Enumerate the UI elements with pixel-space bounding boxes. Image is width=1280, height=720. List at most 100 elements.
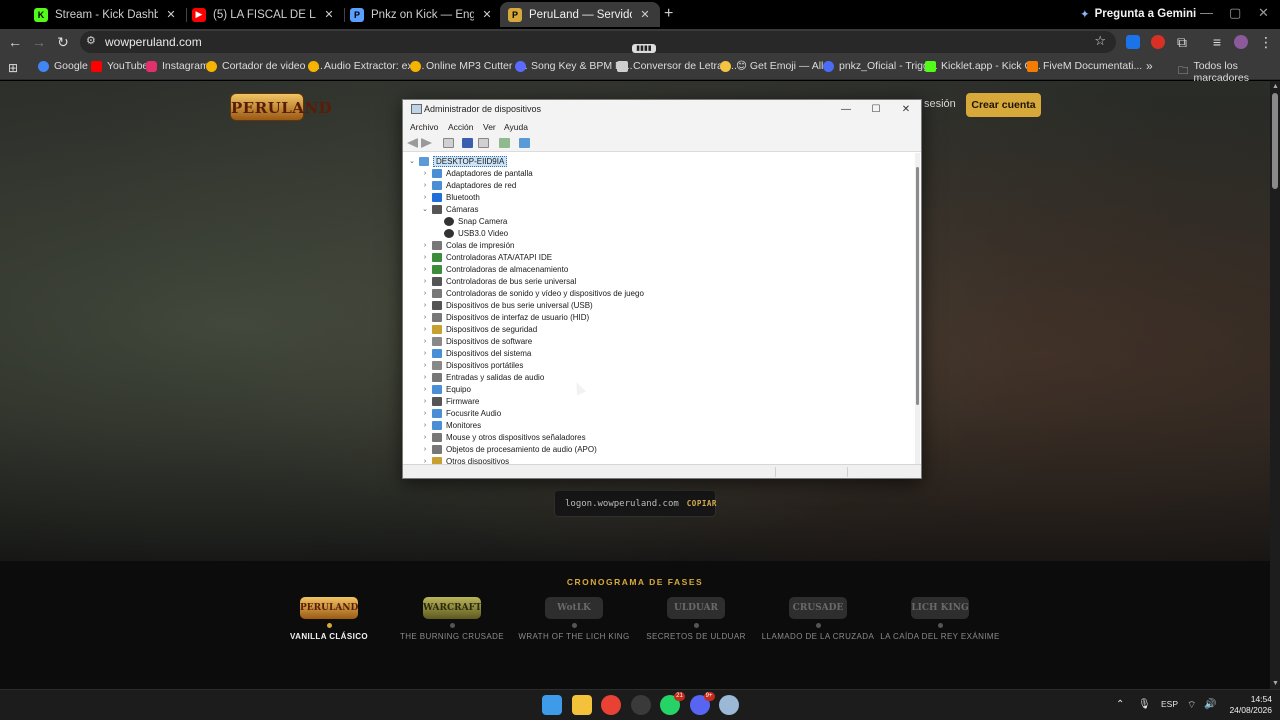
tree-node-bluetooth[interactable]: › Bluetooth	[420, 191, 480, 203]
bookmark-pnkz[interactable]: pnkz_Oficial - Trigg...	[823, 60, 938, 72]
tab-kick-dashboard[interactable]: K Stream - Kick Dashboard ✕	[26, 2, 186, 27]
expand-chevron-icon[interactable]: ›	[420, 446, 430, 453]
tray-chevron-icon[interactable]: ⌃	[1116, 699, 1124, 710]
peruland-logo[interactable]: PERULAND	[230, 93, 332, 121]
bookmark-star-icon[interactable]: ☆	[1094, 33, 1106, 49]
menu-archivo[interactable]: Archivo	[410, 122, 438, 132]
tree-node-dispositivos-de-seguridad[interactable]: › Dispositivos de seguridad	[420, 323, 537, 335]
show-hide-console-icon[interactable]	[443, 138, 454, 148]
expand-chevron-icon[interactable]: ›	[420, 362, 430, 369]
tab-peruland[interactable]: P PeruLand — Servidor privado d ✕	[500, 2, 660, 27]
phase-crusade[interactable]: CRUSADE LLAMADO DE LA CRUZADA	[756, 597, 880, 641]
dm-scrollbar[interactable]	[915, 153, 920, 464]
bookmark-instagram[interactable]: Instagram	[146, 60, 209, 72]
expand-chevron-icon[interactable]: ›	[420, 434, 430, 441]
tree-node-controladoras-ata-atapi-ide[interactable]: › Controladoras ATA/ATAPI IDE	[420, 251, 552, 263]
page-scrollbar[interactable]: ▲ ▼	[1270, 81, 1280, 689]
file-explorer-icon[interactable]	[571, 695, 592, 715]
chrome-icon[interactable]	[601, 695, 621, 715]
tree-node-objetos-de-procesamiento-de-audio-apo[interactable]: › Objetos de procesamiento de audio (APO)	[420, 443, 597, 455]
scan-hardware-icon[interactable]	[499, 138, 510, 148]
expand-chevron-icon[interactable]: ›	[420, 350, 430, 357]
bookmark-youtube[interactable]: YouTube	[91, 60, 148, 72]
tree-node-dispositivos-de-software[interactable]: › Dispositivos de software	[420, 335, 532, 347]
bookmark-video-cutter[interactable]: Cortador de video o...	[206, 60, 323, 72]
more-bookmarks-icon[interactable]: »	[1146, 59, 1153, 73]
wifi-icon[interactable]: ⌔	[1187, 699, 1196, 712]
tree-node-dispositivos-de-bus-serie-universal-usb[interactable]: › Dispositivos de bus serie universal (US…	[420, 299, 593, 311]
tree-node-dispositivos-port-tiles[interactable]: › Dispositivos portátiles	[420, 359, 523, 371]
extension-icon[interactable]	[1151, 35, 1165, 49]
extensions-puzzle-icon[interactable]: ⧉	[1172, 33, 1192, 51]
bookmark-audio-extractor[interactable]: Audio Extractor: ext...	[308, 60, 424, 72]
expand-chevron-icon[interactable]: ›	[420, 398, 430, 405]
bookmark-fivem[interactable]: FiveM Documentati...	[1027, 60, 1142, 72]
forward-icon[interactable]: →	[29, 33, 49, 51]
tree-node-dispositivos-de-interfaz-de-usuario-hid[interactable]: › Dispositivos de interfaz de usuario (HI…	[420, 311, 589, 323]
tree-node-adaptadores-de-pantalla[interactable]: › Adaptadores de pantalla	[420, 167, 533, 179]
new-tab-button[interactable]: +	[664, 5, 673, 23]
device-manager-icon[interactable]	[719, 695, 739, 715]
tree-node-dispositivos-del-sistema[interactable]: › Dispositivos del sistema	[420, 347, 531, 359]
tree-node-controladoras-de-sonido-y-v-deo-y-dispositivos-de-juego[interactable]: › Controladoras de sonido y vídeo y dispo…	[420, 287, 644, 299]
back-icon[interactable]	[407, 138, 418, 148]
microphone-icon[interactable]: 🎙	[1138, 699, 1151, 710]
expand-chevron-icon[interactable]: ›	[420, 182, 430, 189]
tree-child-snap-camera[interactable]: Snap Camera	[432, 215, 507, 227]
login-link[interactable]: sesión	[924, 98, 956, 110]
properties-icon[interactable]	[478, 138, 489, 148]
restore-icon[interactable]: ▢	[1229, 5, 1241, 21]
tree-node-entradas-y-salidas-de-audio[interactable]: › Entradas y salidas de audio	[420, 371, 544, 383]
tree-node-c-maras[interactable]: ⌄ Cámaras	[420, 203, 478, 215]
menu-ver[interactable]: Ver	[483, 122, 496, 132]
close-tab-icon[interactable]: ✕	[638, 8, 652, 21]
create-account-button[interactable]: Crear cuenta	[966, 93, 1041, 117]
whatsapp-icon[interactable]: 21	[660, 692, 685, 715]
expand-chevron-icon[interactable]: ›	[420, 302, 430, 309]
gemini-button[interactable]: ✦ Pregunta a Gemini	[1080, 7, 1196, 21]
tree-node-equipo[interactable]: › Equipo	[420, 383, 471, 395]
close-tab-icon[interactable]: ✕	[164, 8, 178, 21]
tree-child-usb3-0-video[interactable]: USB3.0 Video	[432, 227, 508, 239]
collapse-chevron-icon[interactable]: ⌄	[407, 157, 417, 165]
tree-node-otros-dispositivos[interactable]: › Otros dispositivos	[420, 455, 509, 464]
tree-root[interactable]: ⌄ DESKTOP-EIID9IA	[407, 155, 508, 167]
close-window-icon[interactable]: ✕	[1258, 5, 1269, 21]
bookmark-letras[interactable]: Conversor de Letras...	[617, 60, 737, 72]
clock[interactable]: 14:54 24/08/2026	[1222, 694, 1272, 716]
expand-chevron-icon[interactable]: ›	[420, 194, 430, 201]
obs-icon[interactable]	[630, 695, 651, 715]
windows-start-icon[interactable]	[542, 695, 562, 715]
menu-dots-icon[interactable]: ⋮	[1256, 33, 1276, 51]
discord-icon[interactable]: 9+	[689, 692, 715, 715]
expand-chevron-icon[interactable]: ›	[420, 254, 430, 261]
minimize-icon[interactable]: —	[1200, 5, 1213, 20]
page-scroll-thumb[interactable]	[1272, 93, 1278, 189]
tab-search-icon[interactable]: ≡	[1207, 33, 1227, 51]
tree-node-controladoras-de-bus-serie-universal[interactable]: › Controladoras de bus serie universal	[420, 275, 576, 287]
help-icon[interactable]	[462, 138, 473, 148]
volume-icon[interactable]: 🔊	[1204, 699, 1216, 710]
expand-chevron-icon[interactable]: ›	[420, 170, 430, 177]
menu-ayuda[interactable]: Ayuda	[504, 122, 528, 132]
forward-icon[interactable]	[421, 138, 432, 148]
dm-scroll-thumb[interactable]	[916, 167, 919, 405]
scroll-up-icon[interactable]: ▲	[1272, 83, 1279, 90]
menu-accion[interactable]: Acción	[448, 122, 474, 132]
language-indicator[interactable]: ESP	[1161, 699, 1178, 709]
expand-chevron-icon[interactable]: ›	[420, 422, 430, 429]
phase-fall-lich-king[interactable]: LICH KING LA CAÍDA DEL REY EXÁNIME	[878, 597, 1002, 641]
bookmark-song-key[interactable]: Song Key & BPM Fi...	[515, 60, 633, 72]
avatar[interactable]	[1234, 35, 1248, 49]
apps-grid-icon[interactable]: ⊞	[8, 61, 18, 75]
close-icon[interactable]: ✕	[891, 101, 921, 119]
expand-chevron-icon[interactable]: ›	[420, 374, 430, 381]
maximize-icon[interactable]: ☐	[861, 101, 891, 119]
back-icon[interactable]: ←	[5, 33, 25, 51]
close-tab-icon[interactable]: ✕	[480, 8, 494, 21]
bookmark-mp3-cutter[interactable]: Online MP3 Cutter -...	[410, 60, 528, 72]
tree-node-colas-de-impresi-n[interactable]: › Colas de impresión	[420, 239, 514, 251]
bookmark-google[interactable]: Google	[38, 60, 88, 72]
tree-node-firmware[interactable]: › Firmware	[420, 395, 479, 407]
extension-icon[interactable]	[1126, 35, 1140, 49]
